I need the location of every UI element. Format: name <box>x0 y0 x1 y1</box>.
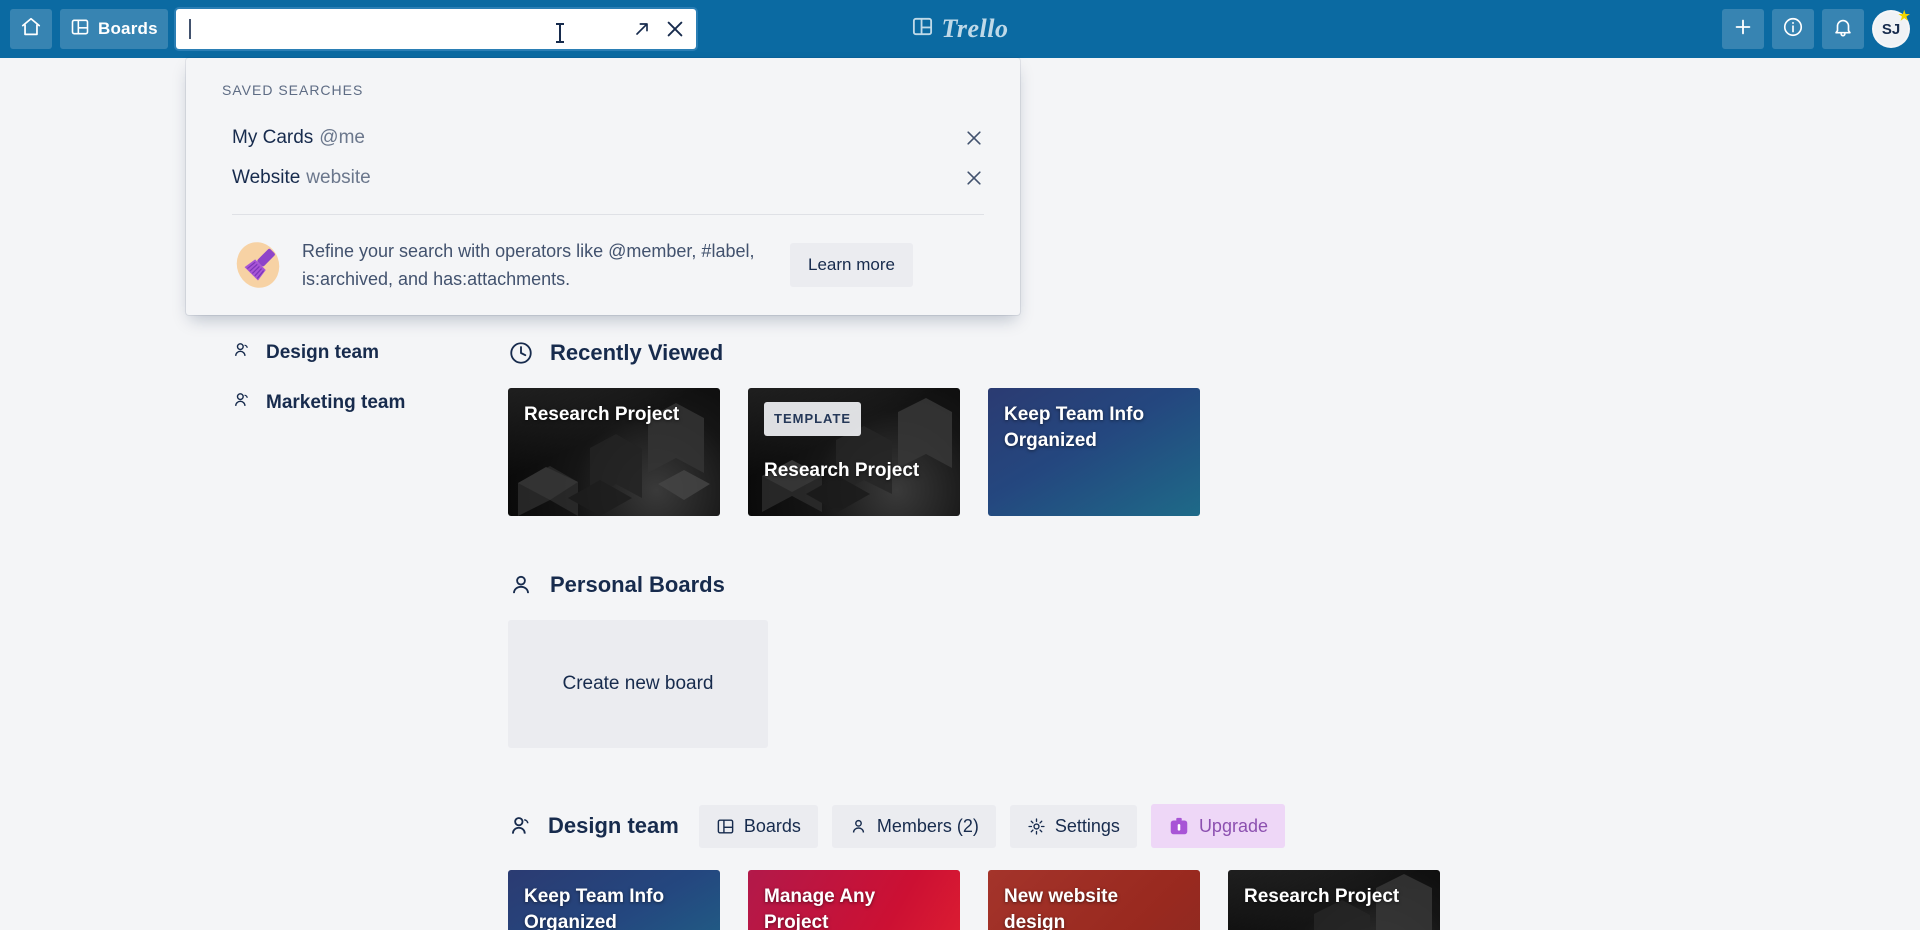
person-icon <box>508 572 534 598</box>
saved-search-text: Website website <box>232 167 371 189</box>
avatar-initials: SJ <box>1881 20 1901 38</box>
saved-search-query: @me <box>319 127 365 148</box>
info-icon <box>1782 16 1804 43</box>
notifications-button[interactable] <box>1822 9 1864 49</box>
board-title: Research Project <box>1244 886 1400 907</box>
board-title: Manage Any Project <box>764 886 876 930</box>
boards-button[interactable]: Boards <box>60 9 168 49</box>
board-tile[interactable]: Research Project <box>1228 870 1440 930</box>
trello-board-icon <box>911 15 934 43</box>
recently-viewed-header: Recently Viewed <box>430 340 1920 366</box>
sidebar-item-label: Marketing team <box>266 392 406 413</box>
section-title: Personal Boards <box>550 572 725 597</box>
close-icon[interactable] <box>664 18 686 40</box>
topbar-right-actions: SJ ★ <box>1722 9 1910 49</box>
board-title: Keep Team Info Organized <box>524 886 665 930</box>
team-section-header: Design team Boards Members (2) Settings … <box>430 804 1920 848</box>
section-title: Recently Viewed <box>550 340 724 365</box>
saved-searches-heading: SAVED SEARCHES <box>222 82 364 98</box>
saved-search-text: My Cards @me <box>232 127 365 149</box>
board-tile[interactable]: Keep Team Info Organized <box>988 388 1200 516</box>
board-icon <box>716 817 735 836</box>
refine-hint-text: Refine your search with operators like @… <box>302 241 755 289</box>
sidebar-item-marketing-team[interactable]: Marketing team <box>0 378 430 428</box>
saved-search-query: website <box>306 167 371 188</box>
board-tile[interactable]: Manage Any Project <box>748 870 960 930</box>
star-icon: ★ <box>1898 8 1910 23</box>
search-action-icons <box>626 18 686 40</box>
clock-icon <box>508 340 534 366</box>
sidebar-item-design-team[interactable]: Design team <box>0 328 430 378</box>
template-badge: TEMPLATE <box>764 402 862 436</box>
team-members-button[interactable]: Members (2) <box>831 804 996 848</box>
add-button[interactable] <box>1722 9 1764 49</box>
personal-boards-list: Create new board <box>430 620 1920 748</box>
team-board-list: Keep Team Info Organized Manage Any Proj… <box>430 870 1920 930</box>
close-icon[interactable] <box>964 168 984 188</box>
close-icon[interactable] <box>964 128 984 148</box>
expand-arrow-icon[interactable] <box>632 19 652 39</box>
plus-icon <box>1732 16 1754 43</box>
search-box[interactable] <box>175 9 696 49</box>
saved-search-row[interactable]: My Cards @me <box>186 118 1020 158</box>
board-tile[interactable]: Keep Team Info Organized <box>508 870 720 930</box>
team-boards-button[interactable]: Boards <box>698 804 818 848</box>
sidebar-item-label: Design team <box>266 342 379 363</box>
board-tile[interactable]: New website design <box>988 870 1200 930</box>
create-new-board-button[interactable]: Create new board <box>508 620 768 748</box>
person-icon <box>849 817 868 836</box>
team-icon <box>232 390 252 416</box>
broom-icon <box>232 239 284 291</box>
board-tile[interactable]: TEMPLATE Research Project <box>748 388 960 516</box>
search-input[interactable] <box>187 9 626 49</box>
board-title: Research Project <box>764 460 920 481</box>
avatar[interactable]: SJ ★ <box>1872 8 1910 48</box>
board-icon <box>70 17 90 42</box>
team-upgrade-label: Upgrade <box>1198 815 1268 836</box>
home-icon <box>20 16 42 43</box>
team-members-label: Members (2) <box>876 815 979 836</box>
team-settings-label: Settings <box>1054 815 1120 836</box>
briefcase-icon <box>1168 815 1190 837</box>
saved-search-label: My Cards <box>232 127 314 148</box>
personal-boards-header: Personal Boards <box>430 572 1920 598</box>
top-navigation-bar: Boards Trello SJ ★ SAVED SEARCHES My Car… <box>0 0 1920 315</box>
gear-icon <box>1027 817 1046 836</box>
search-dropdown-panel: SAVED SEARCHES My Cards @me Website websit… <box>186 58 1020 315</box>
board-title: New website design <box>1004 886 1119 930</box>
refine-search-hint: Refine your search with operators like @… <box>186 215 1020 293</box>
team-icon <box>232 340 252 366</box>
board-title: Keep Team Info Organized <box>1004 404 1145 451</box>
learn-more-button[interactable]: Learn more <box>790 243 913 287</box>
team-upgrade-button[interactable]: Upgrade <box>1150 804 1285 848</box>
home-button[interactable] <box>10 9 52 49</box>
board-title: Research Project <box>524 404 680 425</box>
team-name: Design team <box>548 813 679 838</box>
boards-button-label: Boards <box>98 19 158 38</box>
team-icon <box>508 813 534 839</box>
saved-search-row[interactable]: Website website <box>186 158 1020 198</box>
board-tile[interactable]: Research Project <box>508 388 720 516</box>
saved-search-label: Website <box>232 167 301 188</box>
team-settings-button[interactable]: Settings <box>1009 804 1137 848</box>
search-container <box>175 9 696 49</box>
team-boards-label: Boards <box>743 815 801 836</box>
bell-icon <box>1832 16 1854 43</box>
trello-logo-text: Trello <box>941 14 1009 43</box>
info-button[interactable] <box>1772 9 1814 49</box>
recently-viewed-board-list: Research Project TEMPLATE Research Proje… <box>430 388 1920 516</box>
text-cursor-caret <box>188 19 191 39</box>
